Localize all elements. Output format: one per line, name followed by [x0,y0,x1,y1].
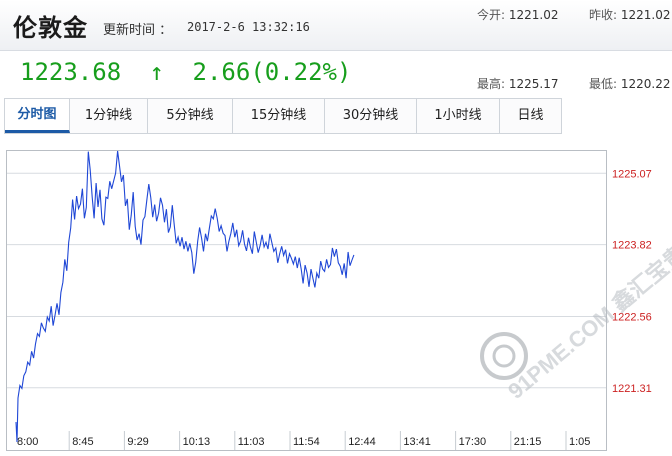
stat-prev-value: 1221.02 [620,8,671,22]
update-time-value: 2017-2-6 13:32:16 [187,20,310,34]
tab-intraday[interactable]: 分时图 [5,99,70,133]
stat-high: 最高: 1225.17 [477,75,559,92]
stat-low-value: 1220.22 [620,77,671,91]
quote-row: 1223.68 ↑ 2.66(0.22%) [20,58,365,86]
plot-area [6,150,607,451]
x-tick-label: 8:00 [17,436,38,448]
x-tick-label: 12:44 [348,436,376,448]
stat-prev-label: 昨收: [589,8,618,22]
tab-daily[interactable]: 日线 [500,99,561,133]
chart-svg[interactable]: 1225.071223.821222.561221.31 8:00 8:45 9:2… [6,150,672,452]
tab-5min[interactable]: 5分钟线 [148,99,233,133]
x-tick-label: 17:30 [459,436,487,448]
timeframe-tabs: 分时图 1分钟线 5分钟线 15分钟线 30分钟线 1小时线 日线 [4,98,562,134]
stat-low: 最低: 1220.22 [589,75,671,92]
x-tick-label: 9:29 [127,436,148,448]
x-tick-label: 21:15 [514,436,542,448]
tab-30min[interactable]: 30分钟线 [325,99,417,133]
tab-15min[interactable]: 15分钟线 [233,99,325,133]
y-tick-label: 1225.07 [612,168,652,180]
stat-open-value: 1221.02 [508,8,559,22]
x-tick-label: 11:54 [293,436,320,448]
tab-1hour[interactable]: 1小时线 [417,99,500,133]
intraday-chart[interactable]: 1225.07 1223.82 1222.56 1221.31 8:00 8:45 9:2… [6,150,672,452]
x-tick-label: 11:03 [238,436,265,448]
update-time-label: 更新时间 ： [103,23,173,38]
y-tick-label: 1223.82 [612,240,652,252]
price-change: 2.66(0.22%) [192,58,352,86]
x-tick-label: 1:05 [569,436,590,448]
stat-low-label: 最低: [589,77,618,91]
stat-open: 今开: 1221.02 [477,6,559,23]
stat-prev-close: 昨收: 1221.02 [589,6,671,23]
up-arrow-icon: ↑ [149,58,165,86]
tab-1min[interactable]: 1分钟线 [70,99,148,133]
stat-high-label: 最高: [477,77,506,91]
x-tick-label: 10:13 [183,436,211,448]
y-tick-label: 1221.31 [612,383,652,395]
stat-open-label: 今开: [477,8,506,22]
x-tick-label: 13:41 [403,436,431,448]
header-bar: 伦敦金 更新时间 ： 2017-2-6 13:32:16 今开: 1221.02… [0,0,672,51]
stat-high-value: 1225.17 [508,77,559,91]
current-price: 1223.68 [20,58,122,86]
x-tick-label: 8:45 [72,436,93,448]
instrument-title: 伦敦金 [13,14,88,42]
